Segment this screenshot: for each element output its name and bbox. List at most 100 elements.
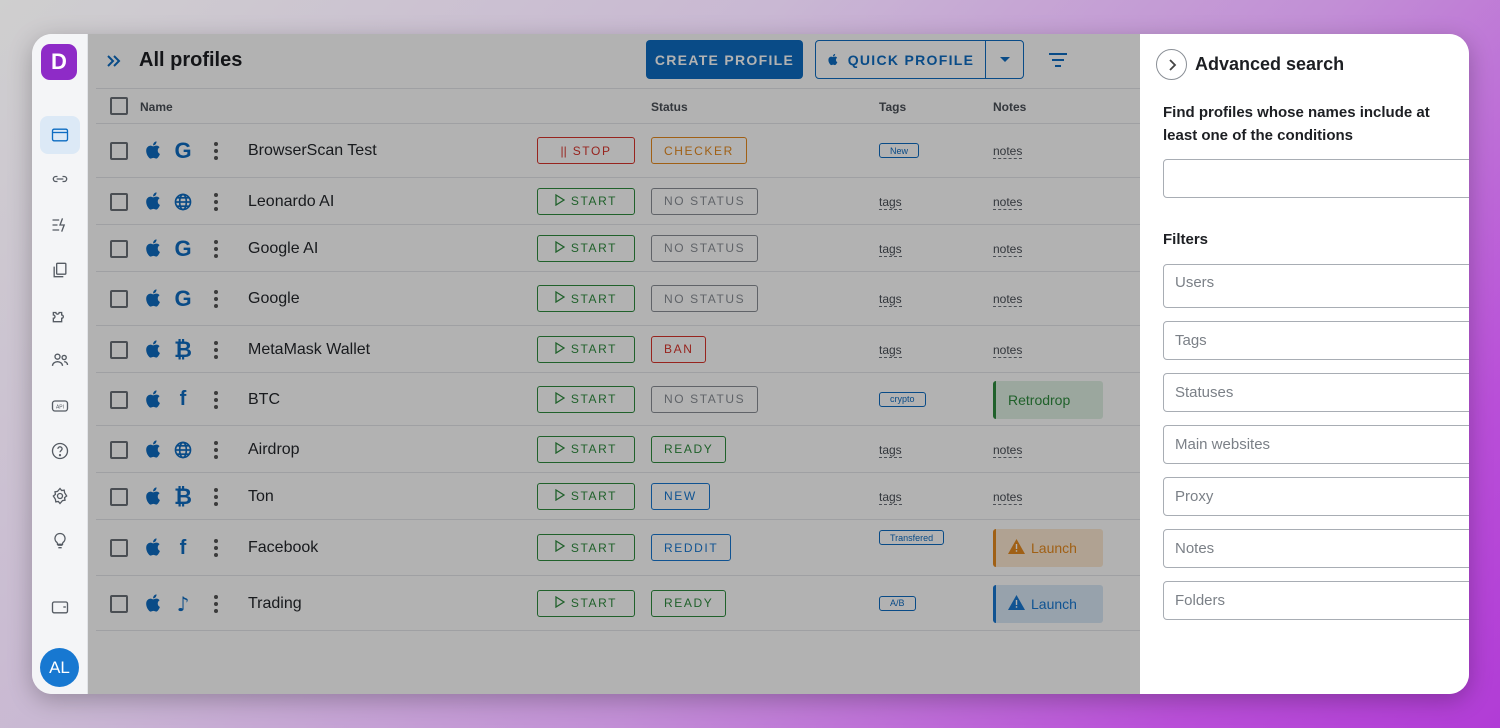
filter-icon[interactable] bbox=[1047, 50, 1069, 70]
status-badge[interactable]: NO STATUS bbox=[651, 234, 759, 262]
note-box[interactable]: Launch bbox=[993, 529, 1103, 567]
users-field[interactable]: Users bbox=[1163, 264, 1469, 308]
wallet-icon[interactable] bbox=[40, 588, 80, 626]
tags-link[interactable]: tags bbox=[879, 242, 902, 257]
row-checkbox[interactable] bbox=[110, 487, 128, 506]
row-checkbox[interactable] bbox=[110, 539, 128, 557]
start-button[interactable]: START bbox=[537, 385, 635, 413]
main-websites-field[interactable]: Main websites bbox=[1163, 425, 1469, 464]
start-button[interactable]: START bbox=[537, 482, 635, 510]
row-menu-icon[interactable] bbox=[214, 487, 218, 509]
app-window: D API AL All profiles CREATE PROFILE QUI… bbox=[32, 34, 1469, 694]
team-icon[interactable] bbox=[40, 341, 80, 379]
start-button[interactable]: START bbox=[537, 335, 635, 363]
row-menu-icon[interactable] bbox=[214, 239, 218, 261]
notes-field[interactable]: Notes bbox=[1163, 529, 1469, 568]
status-badge[interactable]: NO STATUS bbox=[651, 385, 759, 413]
tag-chip[interactable]: crypto bbox=[879, 391, 926, 407]
row-checkbox[interactable] bbox=[110, 239, 128, 258]
profile-name[interactable]: BrowserScan Test bbox=[248, 142, 377, 160]
row-menu-icon[interactable] bbox=[214, 440, 218, 462]
name-condition-input[interactable] bbox=[1163, 159, 1469, 198]
status-badge[interactable]: READY bbox=[651, 589, 727, 617]
tags-link[interactable]: tags bbox=[879, 293, 902, 307]
profile-name[interactable]: Airdrop bbox=[248, 441, 300, 459]
folders-field[interactable]: Folders bbox=[1163, 581, 1469, 620]
profile-name[interactable]: BTC bbox=[248, 391, 280, 409]
notes-link[interactable]: notes bbox=[993, 293, 1023, 307]
settings-icon[interactable] bbox=[40, 477, 80, 515]
status-badge[interactable]: NO STATUS bbox=[651, 187, 759, 215]
notes-link[interactable]: notes bbox=[993, 490, 1023, 505]
status-badge[interactable]: BAN bbox=[651, 335, 707, 363]
status-badge[interactable]: NEW bbox=[651, 482, 710, 510]
row-menu-icon[interactable] bbox=[214, 290, 218, 311]
row-checkbox[interactable] bbox=[110, 142, 128, 160]
select-all-checkbox[interactable] bbox=[110, 97, 128, 115]
row-menu-icon[interactable] bbox=[214, 390, 218, 412]
tag-chip[interactable]: Transfered bbox=[879, 530, 945, 545]
start-button[interactable]: START bbox=[537, 285, 635, 312]
start-button[interactable]: START bbox=[537, 534, 635, 561]
tag-chip[interactable]: New bbox=[879, 143, 920, 158]
row-checkbox[interactable] bbox=[110, 594, 128, 613]
tags-link[interactable]: tags bbox=[879, 343, 902, 358]
start-button[interactable]: START bbox=[537, 187, 635, 215]
profile-name[interactable]: Facebook bbox=[248, 539, 318, 557]
status-badge[interactable]: NO STATUS bbox=[651, 285, 759, 312]
tags-link[interactable]: tags bbox=[879, 195, 902, 210]
row-checkbox[interactable] bbox=[110, 340, 128, 359]
tags-field[interactable]: Tags bbox=[1163, 321, 1469, 360]
create-profile-button[interactable]: CREATE PROFILE bbox=[646, 40, 803, 79]
start-button[interactable]: START bbox=[537, 589, 635, 617]
tags-link[interactable]: tags bbox=[879, 443, 902, 458]
statuses-field[interactable]: Statuses bbox=[1163, 373, 1469, 412]
extensions-icon[interactable] bbox=[40, 296, 80, 334]
notes-link[interactable]: notes bbox=[993, 443, 1023, 458]
row-menu-icon[interactable] bbox=[214, 340, 218, 362]
help-icon[interactable] bbox=[40, 432, 80, 470]
notes-link[interactable]: notes bbox=[993, 145, 1023, 159]
avatar[interactable]: AL bbox=[40, 648, 79, 687]
row-checkbox[interactable] bbox=[110, 440, 128, 459]
status-badge[interactable]: REDDIT bbox=[651, 534, 732, 561]
note-box[interactable]: Retrodrop bbox=[993, 380, 1103, 419]
notes-link[interactable]: notes bbox=[993, 242, 1023, 257]
note-box[interactable]: Launch bbox=[993, 584, 1103, 623]
notes-link[interactable]: notes bbox=[993, 343, 1023, 358]
status-badge[interactable]: READY bbox=[651, 435, 727, 463]
api-icon[interactable]: API bbox=[40, 387, 80, 425]
row-checkbox[interactable] bbox=[110, 390, 128, 409]
profile-name[interactable]: Google bbox=[248, 290, 300, 308]
start-button[interactable]: START bbox=[537, 435, 635, 463]
quick-profile-main[interactable]: QUICK PROFILE bbox=[816, 41, 985, 78]
tags-link[interactable]: tags bbox=[879, 490, 902, 505]
row-checkbox[interactable] bbox=[110, 192, 128, 211]
profile-name[interactable]: Google AI bbox=[248, 240, 318, 258]
row-menu-icon[interactable] bbox=[214, 192, 218, 214]
row-menu-icon[interactable] bbox=[214, 594, 218, 616]
copy-icon[interactable] bbox=[40, 251, 80, 289]
row-menu-icon[interactable] bbox=[214, 539, 218, 560]
quick-profile-button[interactable]: QUICK PROFILE bbox=[815, 40, 1024, 79]
profile-name[interactable]: Leonardo AI bbox=[248, 193, 334, 211]
automation-icon[interactable] bbox=[40, 206, 80, 244]
status-badge[interactable]: CHECKER bbox=[651, 137, 747, 164]
profile-name[interactable]: Ton bbox=[248, 488, 274, 506]
lightbulb-icon[interactable] bbox=[40, 522, 80, 560]
expand-sidebar-icon[interactable] bbox=[104, 51, 124, 71]
row-checkbox[interactable] bbox=[110, 290, 128, 308]
stop-button[interactable]: || STOP bbox=[537, 137, 635, 164]
start-button[interactable]: START bbox=[537, 234, 635, 262]
app-logo[interactable]: D bbox=[41, 44, 77, 80]
collapse-panel-button[interactable] bbox=[1156, 49, 1187, 80]
proxy-field[interactable]: Proxy bbox=[1163, 477, 1469, 516]
link-icon[interactable] bbox=[40, 160, 80, 198]
profile-name[interactable]: Trading bbox=[248, 595, 302, 613]
tag-chip[interactable]: A/B bbox=[879, 595, 916, 611]
row-menu-icon[interactable] bbox=[214, 142, 218, 163]
quick-profile-dropdown[interactable] bbox=[985, 41, 1023, 78]
profile-name[interactable]: MetaMask Wallet bbox=[248, 341, 370, 359]
notes-link[interactable]: notes bbox=[993, 195, 1023, 210]
profiles-icon[interactable] bbox=[40, 116, 80, 154]
